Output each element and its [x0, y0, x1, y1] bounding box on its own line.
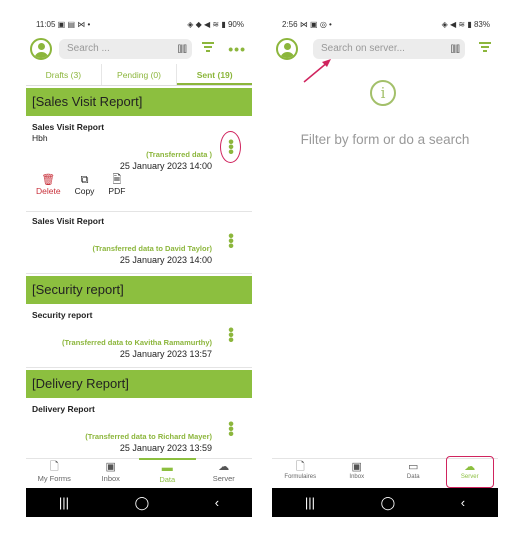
- info-icon: i: [370, 80, 396, 106]
- group-header: [Delivery Report]: [26, 370, 252, 398]
- item-status: (Transferred data to Richard Mayer): [85, 432, 212, 441]
- data-icon: ▭: [408, 461, 419, 473]
- copy-label: Copy: [74, 186, 95, 196]
- nav-my-forms[interactable]: 🗋 My Forms: [26, 459, 83, 488]
- header: Search ... [||||] •••: [26, 37, 252, 63]
- highlight-circle: [220, 131, 241, 163]
- more-icon[interactable]: •••: [228, 41, 246, 57]
- item-title: Security report: [32, 310, 93, 320]
- recents-button[interactable]: |||: [59, 495, 69, 510]
- copy-button[interactable]: ⧉ Copy: [75, 174, 95, 196]
- list-item[interactable]: Delivery Report (Transferred data to Ric…: [26, 400, 252, 458]
- trash-icon: 🗑: [41, 174, 56, 186]
- back-button[interactable]: ‹: [461, 495, 465, 510]
- filter-icon[interactable]: [202, 42, 214, 52]
- tabs: Drafts (3) Pending (0) Sent (19): [26, 64, 252, 86]
- barcode-icon[interactable]: [||||]: [178, 43, 187, 53]
- search-placeholder: Search ...: [67, 43, 110, 54]
- item-status: (Transferred data to Kavitha Ramamurthy): [61, 338, 212, 347]
- nav-formulaires[interactable]: 🗋 Formulaires: [272, 459, 329, 488]
- tab-pending[interactable]: Pending (0): [102, 64, 178, 85]
- search-input[interactable]: Search ... [||||]: [59, 39, 192, 59]
- nav-label: Inbox: [101, 474, 120, 483]
- home-button[interactable]: ◯: [135, 495, 150, 511]
- nav-label: Server: [212, 474, 235, 483]
- item-title: Sales Visit Report: [32, 216, 105, 226]
- item-title: Sales Visit Report: [32, 122, 105, 132]
- nav-label: Data: [159, 475, 176, 484]
- item-date: 25 January 2023 14:00: [119, 255, 212, 265]
- battery-level: 90%: [227, 20, 244, 29]
- tab-drafts[interactable]: Drafts (3): [26, 64, 102, 85]
- nav-label: Data: [406, 474, 420, 480]
- nav-label: Formulaires: [284, 474, 317, 480]
- kebab-menu-icon[interactable]: • • •: [228, 323, 234, 349]
- nav-data[interactable]: ▬ Data: [139, 458, 196, 488]
- nav-label: My Forms: [37, 474, 71, 483]
- annotation-arrow: [303, 59, 331, 83]
- pdf-label: PDF: [108, 186, 126, 196]
- back-button[interactable]: ‹: [215, 495, 219, 510]
- notification-icons: ▣ ▤ ⋈ •: [57, 20, 91, 29]
- phone-server-screen: 2:56 ⋈ ▣ ◎ • ◈ ◀ ≋ ▮ 83% Search on serve…: [272, 18, 498, 517]
- list-item[interactable]: Security report (Transferred data to Kav…: [26, 306, 252, 368]
- item-date: 25 January 2023 13:57: [119, 349, 212, 359]
- inbox-icon: ▣: [351, 461, 362, 473]
- nav-data[interactable]: ▭ Data: [385, 459, 442, 488]
- empty-state-message: Filter by form or do a search: [300, 132, 470, 147]
- kebab-menu-icon[interactable]: • • •: [228, 229, 234, 255]
- group-header: [Sales Visit Report]: [26, 88, 252, 116]
- pdf-icon: 🗎: [112, 174, 122, 186]
- bottom-nav: 🗋 My Forms ▣ Inbox ▬ Data ☁ Server: [26, 458, 252, 488]
- home-button[interactable]: ◯: [381, 495, 396, 511]
- tab-sent[interactable]: Sent (19): [177, 64, 252, 85]
- inbox-icon: ▣: [105, 461, 116, 473]
- status-time: 11:05: [36, 20, 56, 29]
- item-subtitle: Hbh: [32, 133, 48, 143]
- item-status: (Transferred data to David Taylor): [92, 244, 212, 253]
- item-actions: 🗑 Delete ⧉ Copy 🗎 PDF: [36, 174, 125, 196]
- copy-icon: ⧉: [80, 174, 89, 186]
- avatar-icon[interactable]: [30, 38, 52, 60]
- data-icon: ▬: [161, 462, 173, 474]
- nav-server[interactable]: ☁ Server: [196, 459, 253, 488]
- nav-inbox[interactable]: ▣ Inbox: [83, 459, 140, 488]
- item-date: 25 January 2023 14:00: [119, 161, 212, 171]
- cloud-search-icon: ☁: [218, 461, 230, 473]
- system-nav-bar: ||| ◯ ‹: [272, 488, 498, 517]
- form-icon: 🗋: [49, 461, 59, 473]
- pdf-button[interactable]: 🗎 PDF: [108, 174, 125, 196]
- item-title: Delivery Report: [32, 404, 95, 414]
- form-icon: 🗋: [295, 461, 305, 473]
- phone-data-screen: 11:05 ▣ ▤ ⋈ • ◈ ◆ ◀ ≋ ▮ 90% Search ... [|…: [26, 18, 252, 517]
- highlight-box: [445, 456, 494, 488]
- delete-button[interactable]: 🗑 Delete: [36, 174, 61, 196]
- nav-label: Inbox: [349, 474, 365, 480]
- nav-inbox[interactable]: ▣ Inbox: [329, 459, 386, 488]
- nav-server[interactable]: ☁ Server: [442, 456, 499, 488]
- system-nav-bar: ||| ◯ ‹: [26, 488, 252, 517]
- recents-button[interactable]: |||: [305, 495, 315, 510]
- bottom-nav: 🗋 Formulaires ▣ Inbox ▭ Data ☁ Server: [272, 456, 499, 488]
- kebab-menu-icon[interactable]: • • •: [228, 417, 234, 443]
- status-bar: 11:05 ▣ ▤ ⋈ • ◈ ◆ ◀ ≋ ▮ 90%: [36, 20, 244, 29]
- list-item[interactable]: Sales Visit Report (Transferred data to …: [26, 212, 252, 274]
- delete-label: Delete: [36, 186, 61, 196]
- item-date: 25 January 2023 13:59: [119, 443, 212, 453]
- list-item[interactable]: Sales Visit Report Hbh (Transferred data…: [26, 118, 252, 212]
- group-header: [Security report]: [26, 276, 252, 304]
- item-status: (Transferred data ): [146, 150, 212, 159]
